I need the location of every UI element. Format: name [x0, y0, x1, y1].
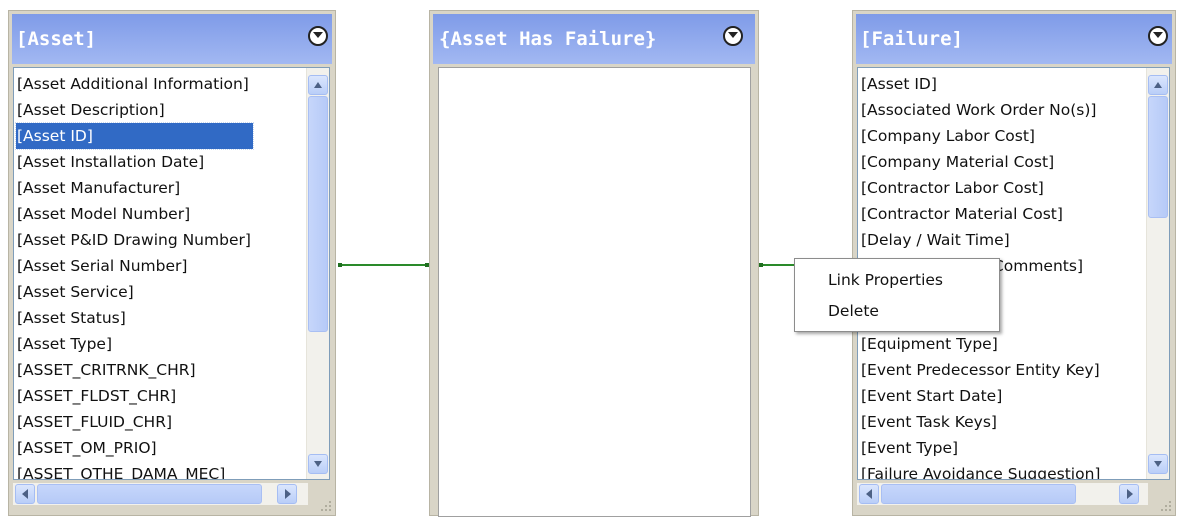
asset-list-item[interactable]: [Asset Service] — [16, 279, 253, 305]
failure-vertical-scrollbar[interactable] — [1146, 68, 1169, 479]
circle-chevron-down-icon[interactable] — [723, 26, 743, 46]
arrow-left-icon[interactable] — [15, 484, 35, 504]
asset-panel-title-bar[interactable]: [Asset] — [12, 14, 332, 64]
menu-item-link-properties[interactable]: Link Properties — [828, 271, 943, 289]
asset-list-item[interactable]: [Asset Manufacturer] — [16, 175, 253, 201]
relationship-panel-title: {Asset Has Failure} — [439, 28, 657, 50]
resize-grip-icon[interactable] — [321, 501, 333, 513]
failure-list-item[interactable]: [Associated Work Order No(s)] — [860, 97, 1102, 123]
failure-hscroll-thumb[interactable] — [881, 484, 1076, 504]
arrow-down-icon[interactable] — [1148, 454, 1168, 474]
asset-list-item[interactable]: [Asset Additional Information] — [16, 71, 253, 97]
failure-panel-title: [Failure] — [860, 28, 963, 50]
menu-item-delete[interactable]: Delete — [828, 302, 879, 320]
asset-list-item[interactable]: [Asset Serial Number] — [16, 253, 253, 279]
arrow-up-icon[interactable] — [308, 75, 328, 95]
asset-field-items: [Asset Additional Information] [Asset Des… — [15, 71, 254, 479]
asset-list-item[interactable]: [Asset Status] — [16, 305, 253, 331]
resize-grip-icon[interactable] — [1161, 501, 1173, 513]
asset-list-item[interactable]: [ASSET_FLUID_CHR] — [16, 409, 253, 435]
failure-list-item[interactable]: [Company Material Cost] — [860, 149, 1102, 175]
arrow-left-icon[interactable] — [859, 484, 879, 504]
asset-field-list[interactable]: [Asset Additional Information] [Asset Des… — [13, 67, 330, 480]
connector-endpoint — [338, 263, 342, 267]
arrow-up-icon[interactable] — [1148, 75, 1168, 95]
asset-list-item[interactable]: [Asset P&ID Drawing Number] — [16, 227, 253, 253]
circle-chevron-down-icon[interactable] — [1148, 26, 1168, 46]
asset-hscroll-thumb[interactable] — [37, 484, 262, 504]
failure-list-item[interactable]: [Contractor Material Cost] — [860, 201, 1102, 227]
asset-list-item[interactable]: [ASSET_OM_PRIO] — [16, 435, 253, 461]
asset-horizontal-scrollbar[interactable] — [13, 483, 308, 505]
failure-list-item[interactable]: [Event Predecessor Entity Key] — [860, 357, 1102, 383]
asset-list-item[interactable]: [Asset Model Number] — [16, 201, 253, 227]
failure-list-item[interactable]: [Equipment Type] — [860, 331, 1102, 357]
failure-list-item[interactable]: [Event Task Keys] — [860, 409, 1102, 435]
relationship-panel-title-bar[interactable]: {Asset Has Failure} — [433, 14, 755, 64]
asset-list-item[interactable]: [ASSET_CRITRNK_CHR] — [16, 357, 253, 383]
arrow-right-icon[interactable] — [277, 484, 297, 504]
failure-list-item[interactable]: [Failure Avoidance Suggestion] — [860, 461, 1102, 479]
failure-list-item[interactable]: [Event Start Date] — [860, 383, 1102, 409]
failure-scroll-thumb[interactable] — [1148, 96, 1168, 218]
context-menu: Link Properties Delete — [794, 258, 1000, 332]
asset-list-item[interactable]: [Asset Type] — [16, 331, 253, 357]
asset-list-item[interactable]: [ASSET_FLDST_CHR] — [16, 383, 253, 409]
circle-chevron-down-icon[interactable] — [308, 26, 328, 46]
asset-list-item[interactable]: [ASSET_OTHE_DAMA_MEC] — [16, 461, 253, 479]
asset-panel-title: [Asset] — [16, 28, 97, 50]
failure-panel-title-bar[interactable]: [Failure] — [856, 14, 1172, 64]
asset-list-item[interactable]: [Asset Description] — [16, 97, 253, 123]
asset-list-item[interactable]: [Asset ID] — [15, 122, 254, 150]
relationship-connector-left[interactable] — [338, 264, 428, 266]
relationship-field-list[interactable] — [438, 67, 751, 517]
asset-list-item[interactable]: [Asset Installation Date] — [16, 149, 253, 175]
failure-horizontal-scrollbar[interactable] — [857, 483, 1148, 505]
failure-list-item[interactable]: [Delay / Wait Time] — [860, 227, 1102, 253]
asset-scroll-thumb[interactable] — [308, 96, 328, 332]
failure-list-item[interactable]: [Asset ID] — [860, 71, 1102, 97]
failure-list-item[interactable]: [Company Labor Cost] — [860, 123, 1102, 149]
asset-vertical-scrollbar[interactable] — [306, 68, 329, 479]
relationship-connector-right[interactable] — [760, 264, 794, 266]
failure-list-item[interactable]: [Event Type] — [860, 435, 1102, 461]
arrow-right-icon[interactable] — [1119, 484, 1139, 504]
arrow-down-icon[interactable] — [308, 454, 328, 474]
failure-list-item[interactable]: [Contractor Labor Cost] — [860, 175, 1102, 201]
relationship-panel: {Asset Has Failure} — [429, 10, 759, 517]
connector-endpoint — [759, 263, 763, 267]
asset-panel: [Asset] [Asset Additional Information] [A… — [8, 10, 336, 516]
